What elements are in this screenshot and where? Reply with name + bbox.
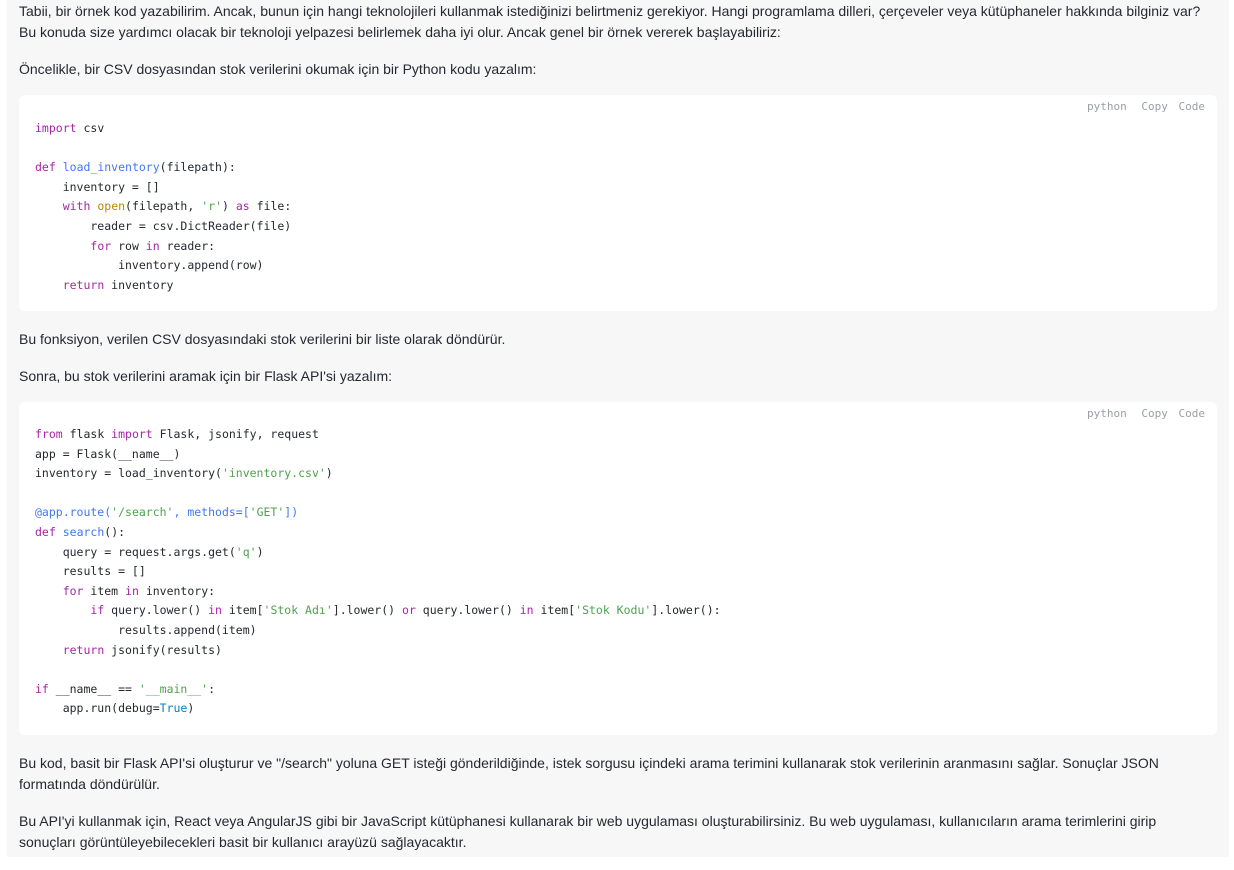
code-line: app.run(debug=True) (35, 701, 195, 716)
code-line: return jsonify(results) (62, 642, 222, 657)
code-line: if __name__ == '__main__': (35, 681, 216, 696)
csv-explain-paragraph: Bu fonksiyon, verilen CSV dosyasındaki s… (19, 331, 506, 347)
code-block-header: python Copy Code (1083, 407, 1205, 420)
code-line: from flask import Flask, jsonify, reques… (35, 427, 319, 441)
csv-intro-paragraph: Öncelikle, bir CSV dosyasından stok veri… (19, 61, 537, 77)
code-line: app = Flask(__name__) (35, 446, 181, 461)
chat-message-panel: Tabii, bir örnek kod yazabilirim. Ancak,… (7, 0, 1229, 857)
code-line: inventory = load_inventory('inventory.cs… (35, 466, 333, 481)
code-line: return inventory (62, 277, 174, 292)
code-line: inventory = [] (35, 179, 160, 194)
copy-code-button[interactable]: Copy Code (1137, 407, 1205, 420)
code-line: if query.lower() in item['Stok Adı'].low… (90, 603, 721, 618)
code-language-label: python (1087, 100, 1127, 113)
copy-label: Copy (1141, 100, 1168, 113)
code-label: Code (1178, 100, 1206, 113)
code-line: for item in inventory: (62, 583, 216, 598)
code-content: from flask import Flask, jsonify, reques… (35, 425, 721, 719)
flask-explain-paragraph: Bu kod, basit bir Flask API'si oluşturur… (19, 755, 1159, 792)
code-language-label: python (1087, 407, 1127, 420)
code-line: def load_inventory(filepath): (35, 160, 236, 175)
intro-paragraph: Tabii, bir örnek kod yazabilirim. Ancak,… (19, 3, 1201, 40)
code-line: for row in reader: (90, 238, 216, 253)
code-label: Code (1178, 407, 1206, 420)
code-line: query = request.args.get('q') (35, 544, 264, 559)
flask-intro-paragraph: Sonra, bu stok verilerini aramak için bi… (19, 368, 393, 384)
code-line: inventory.append(row) (35, 258, 264, 273)
code-line: results = [] (35, 564, 146, 579)
copy-label: Copy (1141, 407, 1168, 420)
code-line: @app.route('/search', methods=['GET']) (35, 505, 299, 520)
code-line: results.append(item) (35, 622, 257, 637)
react-note-paragraph: Bu API'yi kullanmak için, React veya Ang… (19, 813, 1157, 850)
code-content: import csv def load_inventory(filepath):… (35, 119, 291, 295)
code-line: import csv (35, 121, 105, 135)
code-block-header: python Copy Code (1083, 100, 1205, 113)
code-line: with open(filepath, 'r') as file: (62, 199, 292, 214)
code-block-csv: python Copy Code import csv def load_inv… (19, 95, 1217, 311)
code-line: def search(): (35, 524, 126, 539)
code-block-flask: python Copy Code from flask import Flask… (19, 402, 1217, 735)
code-line: reader = csv.DictReader(file) (35, 218, 292, 233)
copy-code-button[interactable]: Copy Code (1137, 100, 1205, 113)
